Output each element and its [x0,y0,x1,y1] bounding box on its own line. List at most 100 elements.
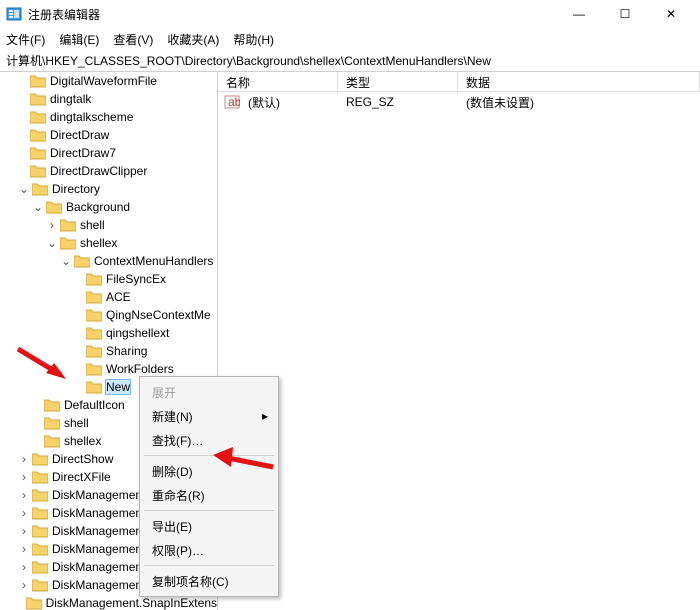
folder-icon [46,200,62,214]
chevron-right-icon[interactable]: › [18,578,30,592]
chevron-down-icon[interactable]: ⌄ [46,236,58,250]
folder-icon [74,254,90,268]
menu-help[interactable]: 帮助(H) [233,31,274,48]
maximize-button[interactable]: ☐ [602,0,648,28]
folder-icon [32,506,48,520]
tree-item-label: DiskManagemen [52,560,142,574]
menu-separator [144,510,274,511]
value-type: REG_SZ [338,95,458,109]
column-name[interactable]: 名称 [218,72,338,91]
column-type[interactable]: 类型 [338,72,458,91]
chevron-right-icon[interactable]: › [18,542,30,556]
folder-icon [32,542,48,556]
window-title: 注册表编辑器 [28,6,556,23]
chevron-right-icon[interactable]: › [18,506,30,520]
tree-item-label: ACE [106,290,131,304]
chevron-right-icon[interactable]: › [18,452,30,466]
menu-item-rename[interactable]: 重命名(R) [142,483,276,507]
column-data[interactable]: 数据 [458,72,700,91]
close-button[interactable]: ✕ [648,0,694,28]
tree-item[interactable]: Sharing [0,342,217,360]
menu-separator [144,455,274,456]
chevron-right-icon[interactable]: › [18,488,30,502]
folder-icon [30,146,46,160]
folder-icon [86,344,102,358]
menu-file[interactable]: 文件(F) [6,31,45,48]
chevron-right-icon[interactable]: › [46,218,58,232]
tree-item-label: DirectXFile [52,470,111,484]
chevron-right-icon[interactable]: › [18,470,30,484]
menu-item-new[interactable]: 新建(N)▸ [142,404,276,428]
folder-icon [32,470,48,484]
menu-item-find[interactable]: 查找(F)… [142,428,276,452]
folder-icon [32,524,48,538]
folder-icon [30,74,46,88]
folder-icon [44,416,60,430]
tree-item[interactable]: ⌄shellex [0,234,217,252]
tree-item[interactable]: ACE [0,288,217,306]
folder-icon [60,236,76,250]
menu-view[interactable]: 查看(V) [113,31,153,48]
string-value-icon: ab [224,94,240,110]
tree-item-label: DiskManagemen [52,488,142,502]
tree-item[interactable]: DirectDraw7 [0,144,217,162]
tree-item[interactable]: ›shell [0,216,217,234]
folder-icon [86,308,102,322]
value-name: (默认) [240,94,338,111]
folder-icon [32,182,48,196]
tree-item-label: dingtalkscheme [50,110,133,124]
menu-edit[interactable]: 编辑(E) [59,31,99,48]
chevron-right-icon[interactable]: › [18,524,30,538]
tree-item-label: DiskManagemen [52,578,142,592]
menu-favorites[interactable]: 收藏夹(A) [167,31,219,48]
folder-icon [30,110,46,124]
address-bar[interactable]: 计算机\HKEY_CLASSES_ROOT\Directory\Backgrou… [0,50,700,72]
tree-item-label: DirectDraw7 [50,146,116,160]
tree-item[interactable]: DigitalWaveformFile [0,72,217,90]
value-row[interactable]: ab (默认) REG_SZ (数值未设置) [218,92,700,112]
chevron-right-icon: ▸ [262,409,268,423]
tree-item[interactable]: FileSyncEx [0,270,217,288]
tree-item[interactable]: ⌄ContextMenuHandlers [0,252,217,270]
folder-icon [30,92,46,106]
menubar: 文件(F) 编辑(E) 查看(V) 收藏夹(A) 帮助(H) [0,28,700,50]
menu-item-copy-keyname[interactable]: 复制项名称(C) [142,569,276,593]
menu-item-permissions[interactable]: 权限(P)… [142,538,276,562]
menu-item-export[interactable]: 导出(E) [142,514,276,538]
tree-item-label: WorkFolders [106,362,174,376]
tree-item[interactable]: qingshellext [0,324,217,342]
tree-item-label: DiskManagemen [52,506,142,520]
tree-item-label: dingtalk [50,92,91,106]
tree-item[interactable]: DirectDraw [0,126,217,144]
folder-icon [86,380,102,394]
tree-item-label: DirectShow [52,452,113,466]
folder-icon [86,326,102,340]
tree-item[interactable]: dingtalkscheme [0,108,217,126]
menu-item-delete[interactable]: 删除(D) [142,459,276,483]
tree-item-label: QingNseContextMe [106,308,211,322]
tree-item-label: FileSyncEx [106,272,166,286]
titlebar: 注册表编辑器 — ☐ ✕ [0,0,700,28]
folder-icon [30,128,46,142]
chevron-down-icon[interactable]: ⌄ [32,200,44,214]
address-text: 计算机\HKEY_CLASSES_ROOT\Directory\Backgrou… [6,52,491,69]
tree-item-label: DigitalWaveformFile [50,74,157,88]
chevron-right-icon[interactable]: › [18,560,30,574]
folder-icon [60,218,76,232]
chevron-down-icon[interactable]: ⌄ [18,182,30,196]
tree-item[interactable]: dingtalk [0,90,217,108]
main-split: DigitalWaveformFile dingtalk dingtalkschem… [0,72,700,610]
chevron-down-icon[interactable]: ⌄ [60,254,72,268]
tree-item-label: qingshellext [106,326,169,340]
menu-item-expand: 展开 [142,380,276,404]
folder-icon [44,434,60,448]
tree-item-label: Sharing [106,344,147,358]
folder-icon [32,488,48,502]
tree-item[interactable]: QingNseContextMe [0,306,217,324]
folder-icon [32,560,48,574]
tree-item[interactable]: ⌄Background [0,198,217,216]
tree-item[interactable]: DirectDrawClipper [0,162,217,180]
tree-item-label: shellex [64,434,101,448]
tree-item[interactable]: ⌄Directory [0,180,217,198]
minimize-button[interactable]: — [556,0,602,28]
